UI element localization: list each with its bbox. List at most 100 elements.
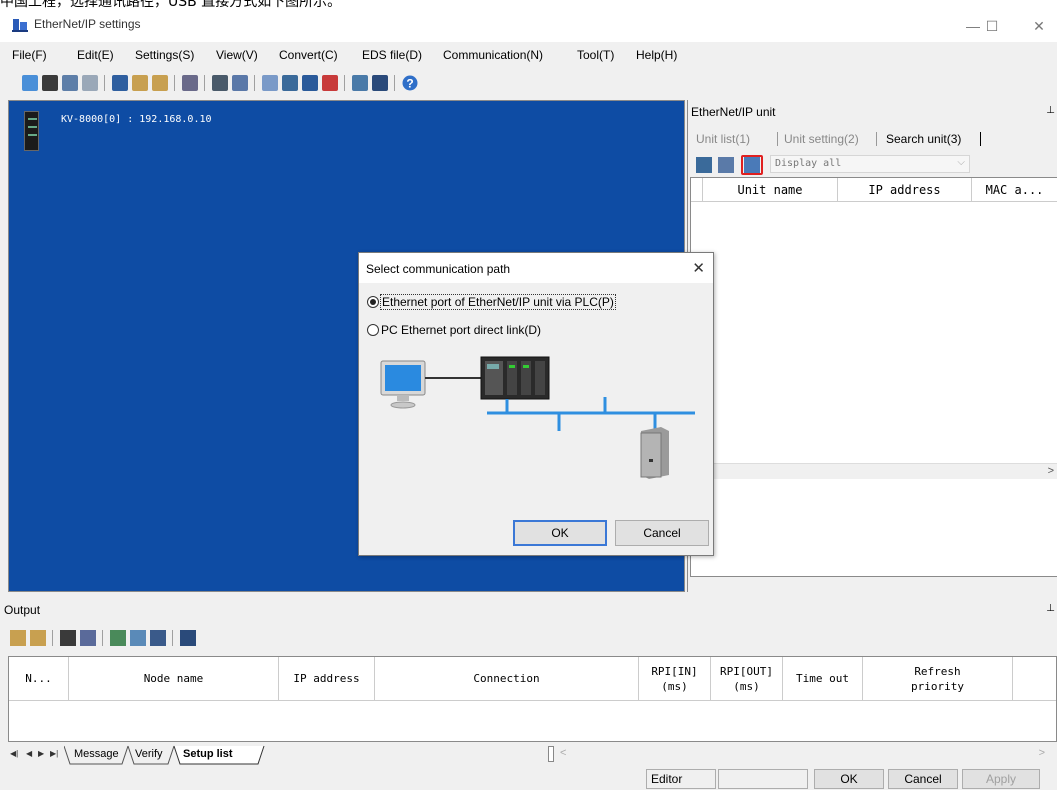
last-tab-icon[interactable]: ▶| bbox=[50, 749, 58, 758]
settings-icon[interactable] bbox=[212, 75, 228, 91]
select-path-icon[interactable] bbox=[744, 157, 760, 173]
menu-tool[interactable]: Tool(T) bbox=[577, 48, 614, 62]
column-node-name[interactable]: Node name bbox=[69, 657, 279, 701]
transfer-icon[interactable] bbox=[62, 75, 78, 91]
table-icon[interactable] bbox=[180, 630, 196, 646]
search-device-icon[interactable] bbox=[282, 75, 298, 91]
unit-icon[interactable] bbox=[182, 75, 198, 91]
column-ip-address[interactable]: IP address bbox=[279, 657, 375, 701]
pin-icon[interactable]: ⊥ bbox=[1046, 603, 1055, 614]
help-icon[interactable]: ? bbox=[402, 75, 418, 91]
scroll-right-icon[interactable]: > bbox=[1048, 465, 1054, 477]
pc-monitor-icon bbox=[380, 360, 426, 409]
dialog-ok-button[interactable]: OK bbox=[513, 520, 607, 546]
toolbar-separator bbox=[254, 75, 255, 91]
column-rpi-out[interactable]: RPI[OUT] (ms) bbox=[711, 657, 783, 701]
menu-settings[interactable]: Settings(S) bbox=[135, 48, 194, 62]
plc-device-icon[interactable] bbox=[24, 111, 39, 151]
connect-icon[interactable] bbox=[302, 75, 318, 91]
check-icon[interactable] bbox=[322, 75, 338, 91]
menu-communication[interactable]: Communication(N) bbox=[443, 48, 543, 62]
tab-setup-list[interactable]: Setup list bbox=[183, 748, 233, 760]
pin-icon[interactable]: ⊥ bbox=[1046, 105, 1055, 116]
output-panel-header: Output ⊥ bbox=[0, 598, 1057, 620]
menu-edit[interactable]: Edit(E) bbox=[77, 48, 114, 62]
toolbar-separator bbox=[104, 75, 105, 91]
ok-button[interactable]: OK bbox=[814, 769, 884, 789]
main-toolbar: ? bbox=[0, 70, 1057, 96]
replace-icon[interactable] bbox=[80, 630, 96, 646]
header-strip-text: 中国工程，选择通讯路径，USB 直接方式如下图所示。 bbox=[0, 0, 342, 8]
previous-tab-icon[interactable]: ◀ bbox=[26, 749, 32, 758]
toolbar-separator bbox=[102, 630, 103, 646]
tab-separator bbox=[980, 132, 981, 146]
copy-icon[interactable] bbox=[10, 630, 26, 646]
menu-help[interactable]: Help(H) bbox=[636, 48, 677, 62]
panel-title: EtherNet/IP unit bbox=[691, 105, 776, 119]
monitor-icon[interactable] bbox=[82, 75, 98, 91]
copy-icon[interactable] bbox=[132, 75, 148, 91]
close-button[interactable]: ✕ bbox=[1024, 16, 1054, 36]
toolbar-separator bbox=[174, 75, 175, 91]
search-all-icon[interactable] bbox=[696, 157, 712, 173]
export-icon[interactable] bbox=[110, 630, 126, 646]
column-ip-address[interactable]: IP address bbox=[838, 178, 972, 202]
list-icon[interactable] bbox=[352, 75, 368, 91]
menu-eds-file[interactable]: EDS file(D) bbox=[362, 48, 422, 62]
toolbar-separator bbox=[204, 75, 205, 91]
paste-icon[interactable] bbox=[30, 630, 46, 646]
status-bar: Editor OK Cancel Apply bbox=[0, 768, 1057, 790]
column-mac-address[interactable]: MAC a... bbox=[972, 178, 1057, 202]
output-tab-bar: ◀| ◀ ▶ ▶| Message Verify Setup list < > bbox=[8, 744, 1057, 766]
toolbar-separator bbox=[394, 75, 395, 91]
radio-selected-icon[interactable] bbox=[367, 296, 379, 308]
tab-message[interactable]: Message bbox=[74, 748, 119, 760]
display-filter-dropdown[interactable]: Display all ⌵ bbox=[770, 155, 970, 173]
cancel-button[interactable]: Cancel bbox=[888, 769, 958, 789]
scroll-thumb[interactable] bbox=[548, 746, 554, 762]
app-icon bbox=[12, 19, 28, 32]
table-icon[interactable] bbox=[372, 75, 388, 91]
menu-file[interactable]: File(F) bbox=[12, 48, 47, 62]
apply-button[interactable]: Apply bbox=[962, 769, 1040, 789]
column-refresh-priority[interactable]: Refresh priority bbox=[863, 657, 1013, 701]
tab-verify[interactable]: Verify bbox=[135, 748, 163, 760]
first-tab-icon[interactable]: ◀| bbox=[10, 749, 18, 758]
scroll-left-icon[interactable]: < bbox=[560, 747, 566, 759]
window-title: EtherNet/IP settings bbox=[34, 17, 141, 31]
column-connection[interactable]: Connection bbox=[375, 657, 639, 701]
online-icon[interactable] bbox=[22, 75, 38, 91]
column-unit-name[interactable]: Unit name bbox=[703, 178, 838, 202]
horizontal-scrollbar[interactable]: > bbox=[691, 463, 1057, 479]
menu-view[interactable]: View(V) bbox=[216, 48, 258, 62]
edit-icon[interactable] bbox=[232, 75, 248, 91]
network-icon[interactable] bbox=[262, 75, 278, 91]
output-title: Output bbox=[4, 603, 41, 617]
tab-unit-setting[interactable]: Unit setting(2) bbox=[784, 132, 859, 146]
menu-convert[interactable]: Convert(C) bbox=[279, 48, 338, 62]
app-window: 中国工程，选择通讯路径，USB 直接方式如下图所示。 EtherNet/IP s… bbox=[0, 0, 1057, 790]
network-diagram-illustration bbox=[380, 356, 695, 479]
radio-unselected-icon[interactable] bbox=[367, 324, 379, 336]
scroll-right-icon[interactable]: > bbox=[1039, 747, 1045, 759]
search-ip-icon[interactable] bbox=[718, 157, 734, 173]
refresh-icon[interactable] bbox=[150, 630, 166, 646]
next-tab-icon[interactable]: ▶ bbox=[38, 749, 44, 758]
dialog-close-icon[interactable]: ✕ bbox=[692, 259, 705, 277]
import-icon[interactable] bbox=[130, 630, 146, 646]
column-time-out[interactable]: Time out bbox=[783, 657, 863, 701]
plc-rack-icon bbox=[480, 356, 550, 400]
column-node-number[interactable]: N... bbox=[9, 657, 69, 701]
plc-info-icon[interactable] bbox=[42, 75, 58, 91]
radio-via-plc[interactable]: Ethernet port of EtherNet/IP unit via PL… bbox=[367, 293, 707, 311]
table-row-header bbox=[691, 178, 703, 202]
cut-icon[interactable] bbox=[112, 75, 128, 91]
paste-icon[interactable] bbox=[152, 75, 168, 91]
tab-unit-list[interactable]: Unit list(1) bbox=[696, 132, 750, 146]
tab-search-unit[interactable]: Search unit(3) bbox=[886, 132, 961, 146]
dialog-cancel-button[interactable]: Cancel bbox=[615, 520, 709, 546]
find-icon[interactable] bbox=[60, 630, 76, 646]
maximize-button[interactable]: ☐ bbox=[977, 16, 1007, 36]
column-rpi-in[interactable]: RPI[IN] (ms) bbox=[639, 657, 711, 701]
radio-direct-link[interactable]: PC Ethernet port direct link(D) bbox=[367, 321, 707, 339]
